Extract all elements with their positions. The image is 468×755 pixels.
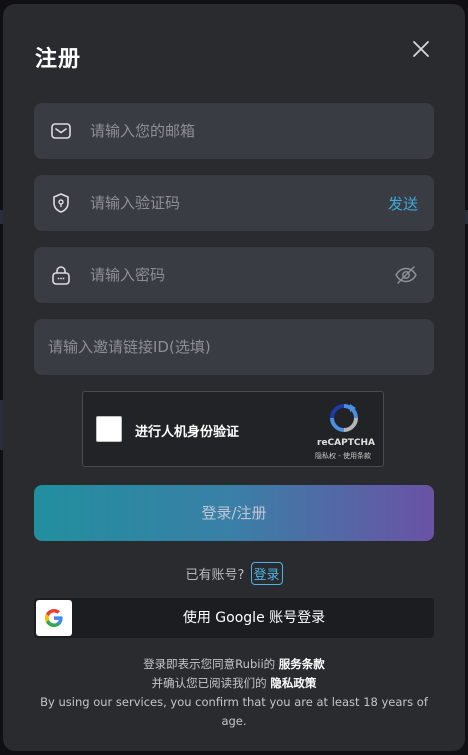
recaptcha-label: 进行人机身份验证 [135, 425, 240, 440]
recaptcha-icon [330, 404, 358, 432]
terms-line2: 并确认您已阅读我们的 [151, 676, 267, 690]
recaptcha-brand: reCAPTCHA [317, 438, 375, 448]
password-field[interactable] [34, 247, 434, 303]
register-modal: 注册 发送 [3, 4, 465, 751]
privacy-policy-link[interactable]: 隐私政策 [270, 676, 316, 690]
google-icon-box [36, 600, 72, 636]
modal-title: 注册 [35, 47, 82, 72]
mail-icon [51, 123, 71, 139]
login-link[interactable]: 登录 [250, 562, 283, 585]
google-login-button[interactable]: 使用 Google 账号登录 [34, 598, 434, 638]
google-icon [45, 609, 63, 627]
close-button[interactable] [409, 37, 433, 61]
google-login-label: 使用 Google 账号登录 [182, 610, 326, 626]
have-account-row: 已有账号? 登录 [3, 562, 465, 585]
send-code-button[interactable]: 发送 [388, 193, 418, 214]
submit-button[interactable]: 登录/注册 [34, 485, 434, 541]
terms-line1: 登录即表示您同意Rubii的 [143, 657, 276, 671]
invite-input[interactable] [48, 319, 408, 375]
close-icon [413, 41, 429, 57]
email-input[interactable] [90, 103, 370, 159]
service-terms-link[interactable]: 服务条款 [279, 657, 325, 671]
shield-icon [53, 193, 69, 213]
code-field[interactable]: 发送 [34, 175, 434, 231]
eye-off-icon[interactable] [394, 263, 418, 287]
password-input[interactable] [90, 247, 370, 303]
code-input[interactable] [90, 175, 370, 231]
email-field[interactable] [34, 103, 434, 159]
invite-field[interactable] [34, 319, 434, 375]
recaptcha-checkbox[interactable] [96, 416, 122, 442]
have-account-prompt: 已有账号? [185, 568, 245, 583]
lock-icon [52, 266, 70, 285]
recaptcha-widget: 进行人机身份验证 reCAPTCHA 隐私权 - 使用条款 [82, 391, 384, 467]
age-notice: By using our services, you confirm that … [40, 695, 428, 728]
recaptcha-links[interactable]: 隐私权 - 使用条款 [303, 451, 383, 461]
terms-text: 登录即表示您同意Rubii的 服务条款 并确认您已阅读我们的 隐私政策 By u… [33, 655, 435, 731]
